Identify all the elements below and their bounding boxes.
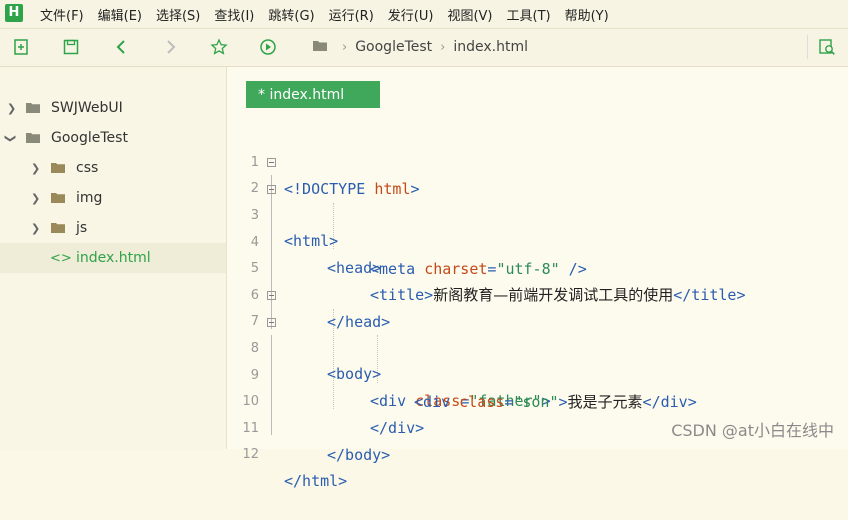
breadcrumb-file[interactable]: index.html [453, 39, 528, 55]
save-icon[interactable] [61, 37, 81, 57]
menu-select[interactable]: 选择(S) [156, 5, 200, 24]
tree-item-label: index.html [76, 250, 151, 266]
menu-items: 文件(F) 编辑(E) 选择(S) 查找(I) 跳转(G) 运行(R) 发行(U… [40, 0, 609, 28]
run-icon[interactable] [258, 37, 278, 57]
fold-toggle-icon[interactable] [267, 158, 276, 167]
folder-icon [312, 39, 328, 56]
watermark: CSDN @at小白在线中 [671, 421, 834, 440]
tab-index-html[interactable]: * index.html [246, 81, 380, 108]
folder-icon [51, 223, 65, 233]
menu-run[interactable]: 运行(R) [329, 5, 374, 24]
preview-search-icon[interactable] [817, 37, 837, 57]
menu-file[interactable]: 文件(F) [40, 5, 84, 24]
toolbar: › GoogleTest › index.html [0, 29, 848, 67]
menu-find[interactable]: 查找(I) [214, 5, 254, 24]
menu-tools[interactable]: 工具(T) [507, 5, 551, 24]
menu-publish[interactable]: 发行(U) [388, 5, 434, 24]
menu-edit[interactable]: 编辑(E) [98, 5, 142, 24]
forward-icon[interactable] [161, 37, 181, 57]
menu-help[interactable]: 帮助(Y) [565, 5, 609, 24]
project-folder-icon [26, 133, 40, 143]
breadcrumb: › GoogleTest › index.html [302, 35, 808, 59]
code-line: 2 <html> [227, 150, 848, 250]
line-number: 12 [242, 447, 259, 462]
folder-icon [51, 193, 65, 203]
code-line: 5 <title>新阁教育—前端开发调试工具的使用</title> [227, 230, 848, 304]
hbuilder-logo: H [5, 4, 23, 22]
tree-item-swjwebui[interactable]: ❯ SWJWebUI [0, 93, 226, 123]
new-file-icon[interactable] [11, 37, 31, 57]
chevron-right-icon[interactable]: ❯ [31, 162, 40, 175]
tree-item-label: js [76, 220, 88, 236]
tree-item-label: img [76, 190, 103, 206]
tree-item-googletest[interactable]: ❯ GoogleTest [0, 123, 226, 153]
code-line: 11 </body> [227, 390, 848, 464]
code-line: 8 <div class="father"> [227, 310, 848, 410]
code-text: </html> [284, 472, 348, 490]
breadcrumb-folder[interactable]: GoogleTest [355, 39, 432, 55]
tree-item-css[interactable]: ❯ css [0, 153, 226, 183]
breadcrumb-separator: › [342, 39, 348, 55]
folder-icon [51, 163, 65, 173]
html-file-icon: <> [50, 250, 72, 266]
chevron-down-icon[interactable]: ❯ [4, 133, 17, 142]
code-line: 9 <div class="son">我是子元素</div> [227, 337, 848, 411]
tree-item-label: SWJWebUI [51, 100, 123, 116]
chevron-right-icon[interactable]: ❯ [7, 102, 16, 115]
code-line: 3 <head> [227, 177, 848, 277]
chevron-right-icon[interactable]: ❯ [31, 222, 40, 235]
tree-item-label: GoogleTest [51, 130, 128, 146]
fold-toggle-icon[interactable] [267, 185, 276, 194]
project-tree: ❯ SWJWebUI ❯ GoogleTest ❯ css ❯ img ❯ js… [0, 67, 227, 449]
code-line: 1 <!DOCTYPE html> [227, 124, 848, 198]
menu-goto[interactable]: 跳转(G) [268, 5, 314, 24]
menu-bar: H 文件(F) 编辑(E) 选择(S) 查找(I) 跳转(G) 运行(R) 发行… [0, 0, 848, 29]
chevron-right-icon[interactable]: ❯ [31, 192, 40, 205]
tree-item-label: css [76, 160, 99, 176]
code-editor[interactable]: * index.html 1 <!DOCTYPE html> 2 <html> … [227, 67, 848, 490]
code-line: 4 <meta charset="utf-8" /> [227, 204, 848, 278]
fold-toggle-icon[interactable] [267, 291, 276, 300]
code-text: </body> [327, 446, 391, 464]
menu-view[interactable]: 视图(V) [447, 5, 492, 24]
tree-item-index-html[interactable]: <> index.html [0, 243, 226, 273]
breadcrumb-separator: › [440, 39, 446, 55]
code-line: 7 <body> [227, 283, 848, 383]
star-icon[interactable] [209, 37, 229, 57]
code-line: 6 </head> [227, 257, 848, 331]
tree-item-img[interactable]: ❯ img [0, 183, 226, 213]
code-line: 10 </div> [227, 363, 848, 437]
project-folder-icon [26, 103, 40, 113]
tree-item-js[interactable]: ❯ js [0, 213, 226, 243]
back-icon[interactable] [111, 37, 131, 57]
fold-toggle-icon[interactable] [267, 318, 276, 327]
